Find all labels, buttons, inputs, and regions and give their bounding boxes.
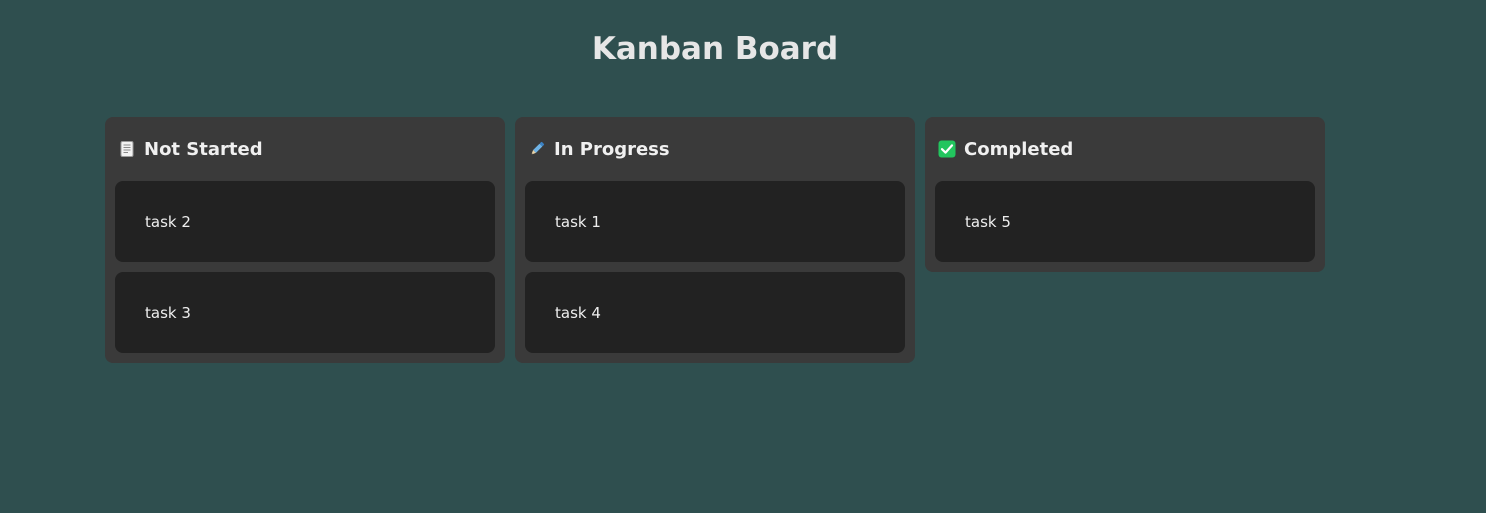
column-header: Not Started bbox=[115, 117, 495, 181]
column-in-progress: In Progress task 1 task 4 bbox=[515, 117, 915, 363]
page-title: Kanban Board bbox=[591, 31, 839, 67]
column-not-started: Not Started task 2 task 3 bbox=[105, 117, 505, 363]
board-columns: Not Started task 2 task 3 In Progress ta… bbox=[105, 117, 1325, 363]
column-title: Completed bbox=[964, 138, 1074, 160]
column-header: Completed bbox=[935, 117, 1315, 181]
column-completed: Completed task 5 bbox=[925, 117, 1325, 272]
task-label: task 5 bbox=[965, 212, 1011, 231]
task-label: task 2 bbox=[145, 212, 191, 231]
task-card[interactable]: task 3 bbox=[115, 272, 495, 353]
task-card[interactable]: task 5 bbox=[935, 181, 1315, 262]
column-title: Not Started bbox=[144, 138, 263, 160]
check-mark-icon bbox=[938, 140, 956, 158]
document-page-icon bbox=[118, 140, 136, 158]
pen-icon bbox=[528, 140, 546, 158]
task-card[interactable]: task 1 bbox=[525, 181, 905, 262]
task-card[interactable]: task 4 bbox=[525, 272, 905, 353]
column-header: In Progress bbox=[525, 117, 905, 181]
task-label: task 3 bbox=[145, 303, 191, 322]
task-label: task 1 bbox=[555, 212, 601, 231]
task-card[interactable]: task 2 bbox=[115, 181, 495, 262]
column-title: In Progress bbox=[554, 138, 670, 160]
task-label: task 4 bbox=[555, 303, 601, 322]
